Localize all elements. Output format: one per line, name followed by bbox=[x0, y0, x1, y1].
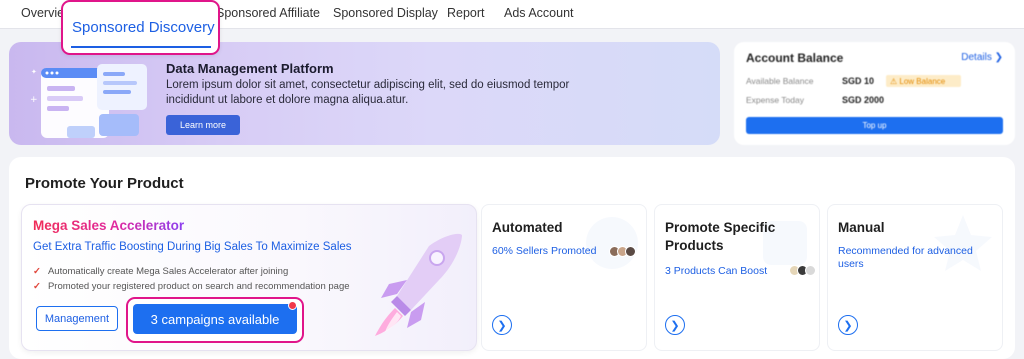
rocket-illustration bbox=[375, 233, 463, 336]
tab-ads-account[interactable]: Ads Account bbox=[504, 6, 574, 20]
mega-check-text: Automatically create Mega Sales Accelera… bbox=[47, 266, 289, 277]
mega-sales-title: Mega Sales Accelerator bbox=[33, 218, 185, 233]
mega-check-item: ✓ Promoted your registered product on sea… bbox=[33, 281, 350, 292]
mega-sales-subtitle: Get Extra Traffic Boosting During Big Sa… bbox=[33, 241, 352, 253]
promote-panel: Promote Your Product Mega Sales Accelera… bbox=[9, 157, 1015, 359]
manual-title: Manual bbox=[838, 220, 885, 235]
warning-icon: ⚠ bbox=[890, 76, 900, 86]
decor-shape bbox=[586, 217, 638, 269]
automated-title: Automated bbox=[492, 220, 563, 235]
promote-specific-title-line2: Products bbox=[665, 238, 724, 253]
manual-subtitle: Recommended for advanced users bbox=[838, 245, 973, 271]
expense-today-value: SGD 2000 bbox=[842, 95, 885, 105]
svg-text:+: + bbox=[30, 95, 38, 105]
product-thumbnails bbox=[789, 265, 816, 276]
dmp-banner: + ✦ Data Management Platform Lorem ipsum… bbox=[9, 42, 720, 145]
low-balance-badge: ⚠ Low Balance bbox=[886, 75, 961, 87]
check-icon: ✓ bbox=[33, 266, 41, 277]
manual-card[interactable]: Manual Recommended for advanced users ❯ bbox=[827, 204, 1003, 351]
top-up-button[interactable]: Top up bbox=[746, 117, 1003, 134]
available-balance-value: SGD 10 bbox=[842, 76, 875, 86]
manual-subtitle-line2: users bbox=[838, 258, 864, 270]
avatar bbox=[805, 265, 816, 276]
promote-specific-title: Promote Specific Products bbox=[665, 219, 775, 255]
promote-specific-card[interactable]: Promote Specific Products 3 Products Can… bbox=[654, 204, 820, 351]
learn-more-button[interactable]: Learn more bbox=[166, 115, 240, 135]
mega-check-item: ✓ Automatically create Mega Sales Acceler… bbox=[33, 266, 288, 277]
circle-arrow-right-icon[interactable]: ❯ bbox=[838, 315, 858, 335]
campaigns-highlight: 3 campaigns available bbox=[126, 297, 304, 343]
circle-arrow-right-icon[interactable]: ❯ bbox=[665, 315, 685, 335]
circle-arrow-right-icon[interactable]: ❯ bbox=[492, 315, 512, 335]
notification-dot bbox=[288, 301, 297, 310]
tab-sponsored-discovery[interactable]: Sponsored Discovery bbox=[61, 0, 220, 55]
promote-specific-title-line1: Promote Specific bbox=[665, 220, 776, 235]
seller-avatars bbox=[609, 246, 636, 257]
tab-sponsored-discovery-label: Sponsored Discovery bbox=[72, 19, 215, 36]
active-tab-underline bbox=[71, 46, 211, 48]
mega-sales-card: Mega Sales Accelerator Get Extra Traffic… bbox=[21, 204, 477, 351]
avatar bbox=[625, 246, 636, 257]
account-balance-card: Account Balance Details ❯ Available Bala… bbox=[734, 42, 1015, 145]
dmp-description: Lorem ipsum dolor sit amet, consectetur … bbox=[166, 79, 570, 106]
automated-subtitle: 60% Sellers Promoted bbox=[492, 245, 597, 257]
management-button[interactable]: Management bbox=[36, 306, 118, 331]
expense-today-label: Expense Today bbox=[746, 95, 804, 105]
mega-check-text: Promoted your registered product on sear… bbox=[47, 281, 350, 292]
available-balance-label: Available Balance bbox=[746, 76, 814, 86]
tab-sponsored-display[interactable]: Sponsored Display bbox=[333, 6, 438, 20]
low-balance-label: Low Balance bbox=[899, 76, 946, 86]
check-icon: ✓ bbox=[33, 281, 41, 292]
manual-subtitle-line1: Recommended for advanced bbox=[838, 245, 973, 257]
dmp-illustration: + ✦ bbox=[30, 64, 147, 138]
dmp-title: Data Management Platform bbox=[166, 61, 334, 76]
tab-sponsored-affiliate[interactable]: Sponsored Affiliate bbox=[216, 6, 320, 20]
promote-specific-subtitle: 3 Products Can Boost bbox=[665, 265, 768, 277]
account-balance-title: Account Balance bbox=[746, 51, 844, 65]
promote-title: Promote Your Product bbox=[25, 175, 184, 192]
tab-report[interactable]: Report bbox=[447, 6, 485, 20]
svg-text:✦: ✦ bbox=[31, 68, 37, 76]
automated-card[interactable]: Automated 60% Sellers Promoted ❯ bbox=[481, 204, 647, 351]
details-link[interactable]: Details ❯ bbox=[961, 52, 1003, 63]
campaigns-available-button[interactable]: 3 campaigns available bbox=[133, 304, 297, 334]
